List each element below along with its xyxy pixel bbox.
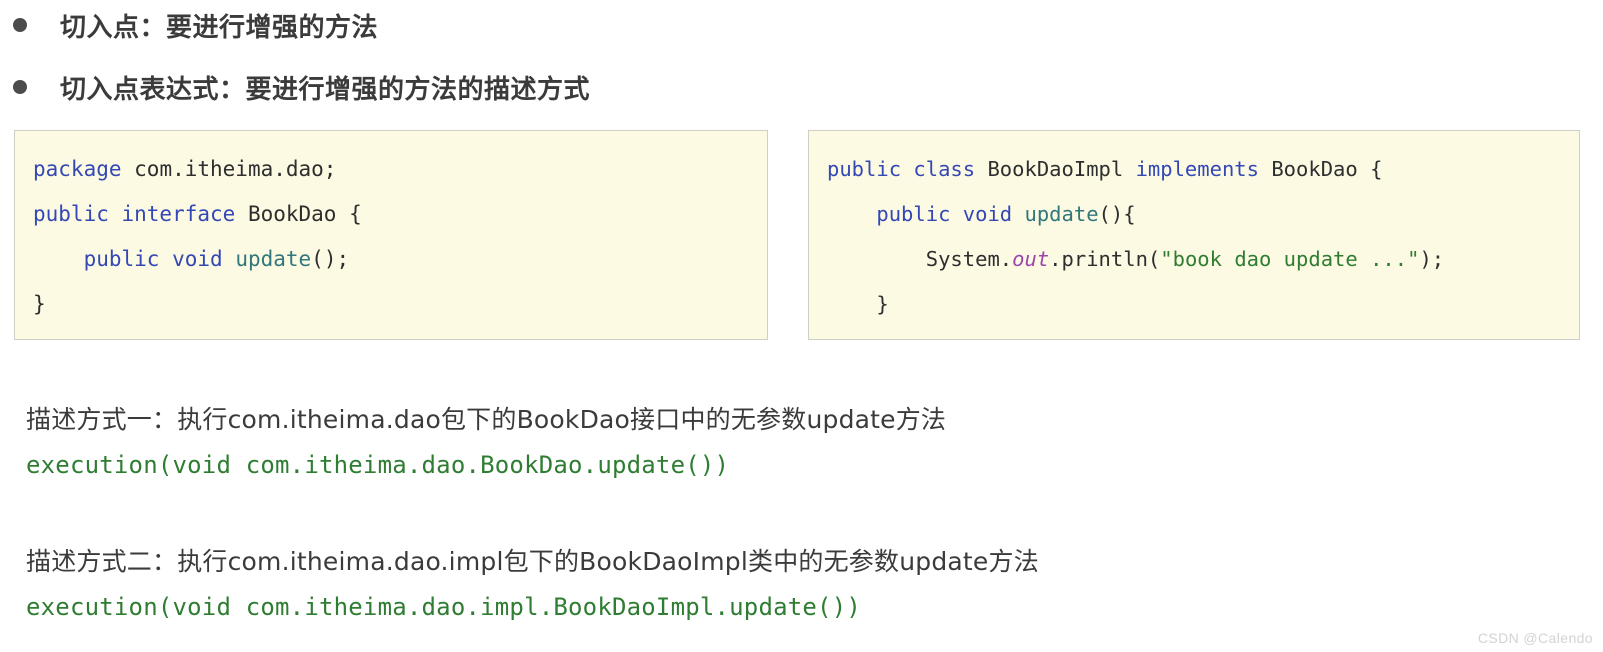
bullet-item-label: 切入点：要进行增强的方法 bbox=[60, 12, 379, 43]
code-token-plain: } bbox=[33, 292, 46, 316]
code-line: package com.itheima.dao; bbox=[33, 147, 749, 192]
bullet-item-pointcut-expression: 切入点表达式：要进行增强的方法的描述方式 bbox=[0, 62, 1603, 112]
code-token-plain: BookDao { bbox=[235, 202, 362, 226]
code-line: System.out.println("book dao update ..."… bbox=[827, 237, 1561, 282]
code-block-bookdaoimpl-class: public class BookDaoImpl implements Book… bbox=[808, 130, 1580, 340]
code-token-plain: (); bbox=[311, 247, 350, 271]
bullet-dot-icon bbox=[13, 18, 27, 32]
description-title: 描述方式一：执行com.itheima.dao包下的BookDao接口中的无参数… bbox=[26, 405, 947, 434]
bullet-item-label: 切入点表达式：要进行增强的方法的描述方式 bbox=[60, 74, 591, 105]
code-line: } bbox=[827, 327, 1561, 339]
code-token-keyword: public class bbox=[827, 157, 976, 181]
code-token-plain: ); bbox=[1419, 247, 1445, 271]
description-section-one: 描述方式一：执行com.itheima.dao包下的BookDao接口中的无参数… bbox=[26, 398, 946, 488]
bullet-item-pointcut: 切入点：要进行增强的方法 bbox=[0, 0, 1603, 50]
execution-expression: execution(void com.itheima.dao.BookDao.u… bbox=[26, 451, 730, 479]
code-token-plain: System. bbox=[827, 247, 1013, 271]
code-line: public class BookDaoImpl implements Book… bbox=[827, 147, 1561, 192]
code-token-plain: (){ bbox=[1098, 202, 1136, 226]
code-token-keyword: public interface bbox=[33, 202, 236, 226]
code-line: public interface BookDao { bbox=[33, 192, 749, 237]
code-token-method: update bbox=[235, 247, 312, 271]
code-token-keyword: public void bbox=[876, 202, 1013, 226]
bullet-dot-icon bbox=[13, 80, 27, 94]
code-token-plain: BookDaoImpl bbox=[975, 157, 1136, 181]
code-token-plain: BookDao { bbox=[1258, 157, 1383, 181]
code-token-static: out bbox=[1012, 247, 1050, 271]
code-token-plain: } bbox=[827, 337, 839, 339]
pointcut-bullet-list: 切入点：要进行增强的方法 切入点表达式：要进行增强的方法的描述方式 bbox=[0, 0, 1603, 105]
code-token-plain: } bbox=[827, 292, 889, 316]
code-line: public void update(){ bbox=[827, 192, 1561, 237]
code-block-bookdao-interface: package com.itheima.dao; public interface… bbox=[14, 130, 768, 340]
csdn-watermark: CSDN @Calendo bbox=[1477, 630, 1593, 646]
execution-expression: execution(void com.itheima.dao.impl.Book… bbox=[26, 593, 862, 621]
code-line: public void update(); bbox=[33, 237, 749, 282]
code-line: } bbox=[827, 282, 1561, 327]
code-token-keyword: public void bbox=[83, 247, 223, 271]
code-token-keyword: implements bbox=[1135, 157, 1259, 181]
code-line: } bbox=[33, 282, 749, 327]
code-token-keyword: package bbox=[33, 157, 122, 181]
code-token-plain: com.itheima.dao; bbox=[121, 157, 337, 181]
description-section-two: 描述方式二：执行com.itheima.dao.impl包下的BookDaoIm… bbox=[26, 540, 1039, 630]
code-token-string: "book dao update ..." bbox=[1160, 247, 1420, 271]
description-title: 描述方式二：执行com.itheima.dao.impl包下的BookDaoIm… bbox=[26, 547, 1039, 576]
code-token-plain: .println( bbox=[1049, 247, 1161, 271]
code-token-method: update bbox=[1024, 202, 1099, 226]
